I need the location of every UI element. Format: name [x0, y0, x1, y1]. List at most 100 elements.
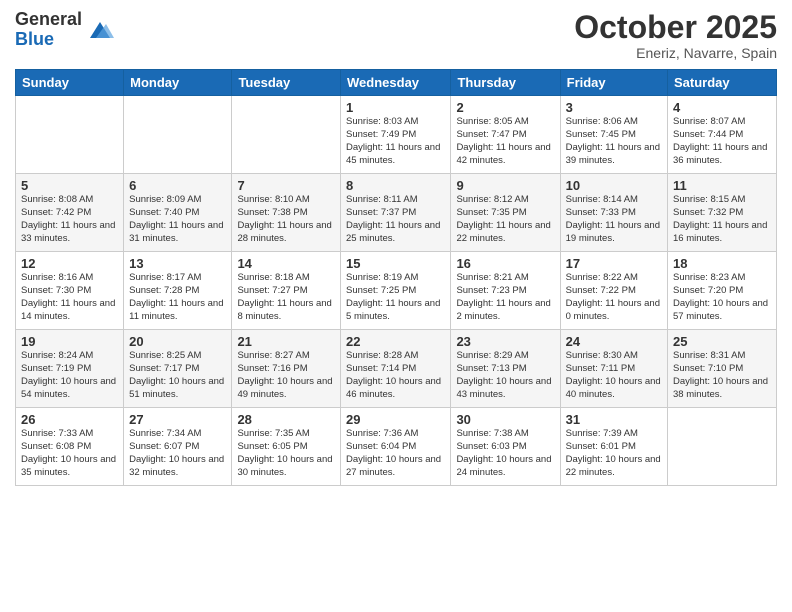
day-number: 25 [673, 334, 771, 349]
logo-blue: Blue [15, 30, 82, 50]
day-number: 16 [456, 256, 554, 271]
calendar-cell: 4Sunrise: 8:07 AMSunset: 7:44 PMDaylight… [668, 96, 777, 174]
day-info: Sunrise: 7:38 AMSunset: 6:03 PMDaylight:… [456, 428, 554, 479]
day-info: Sunrise: 8:23 AMSunset: 7:20 PMDaylight:… [673, 272, 771, 323]
day-info: Sunrise: 8:09 AMSunset: 7:40 PMDaylight:… [129, 194, 226, 245]
calendar-cell [124, 96, 232, 174]
calendar-week-4: 19Sunrise: 8:24 AMSunset: 7:19 PMDayligh… [16, 330, 777, 408]
calendar-cell: 31Sunrise: 7:39 AMSunset: 6:01 PMDayligh… [560, 408, 667, 486]
calendar-cell: 2Sunrise: 8:05 AMSunset: 7:47 PMDaylight… [451, 96, 560, 174]
day-info: Sunrise: 8:25 AMSunset: 7:17 PMDaylight:… [129, 350, 226, 401]
day-number: 27 [129, 412, 226, 427]
calendar-cell: 11Sunrise: 8:15 AMSunset: 7:32 PMDayligh… [668, 174, 777, 252]
title-section: October 2025 Eneriz, Navarre, Spain [574, 10, 777, 61]
calendar-cell: 28Sunrise: 7:35 AMSunset: 6:05 PMDayligh… [232, 408, 341, 486]
calendar-cell: 22Sunrise: 8:28 AMSunset: 7:14 PMDayligh… [341, 330, 451, 408]
day-info: Sunrise: 7:39 AMSunset: 6:01 PMDaylight:… [566, 428, 662, 479]
day-info: Sunrise: 7:33 AMSunset: 6:08 PMDaylight:… [21, 428, 118, 479]
col-tuesday: Tuesday [232, 70, 341, 96]
calendar-cell: 26Sunrise: 7:33 AMSunset: 6:08 PMDayligh… [16, 408, 124, 486]
month-title: October 2025 [574, 10, 777, 45]
day-number: 19 [21, 334, 118, 349]
day-number: 9 [456, 178, 554, 193]
col-thursday: Thursday [451, 70, 560, 96]
calendar-cell: 30Sunrise: 7:38 AMSunset: 6:03 PMDayligh… [451, 408, 560, 486]
calendar-week-1: 1Sunrise: 8:03 AMSunset: 7:49 PMDaylight… [16, 96, 777, 174]
calendar-cell: 18Sunrise: 8:23 AMSunset: 7:20 PMDayligh… [668, 252, 777, 330]
day-number: 11 [673, 178, 771, 193]
calendar-cell: 21Sunrise: 8:27 AMSunset: 7:16 PMDayligh… [232, 330, 341, 408]
day-number: 7 [237, 178, 335, 193]
calendar-cell: 23Sunrise: 8:29 AMSunset: 7:13 PMDayligh… [451, 330, 560, 408]
day-info: Sunrise: 8:19 AMSunset: 7:25 PMDaylight:… [346, 272, 445, 323]
day-number: 12 [21, 256, 118, 271]
day-info: Sunrise: 8:10 AMSunset: 7:38 PMDaylight:… [237, 194, 335, 245]
location: Eneriz, Navarre, Spain [574, 45, 777, 61]
day-info: Sunrise: 8:29 AMSunset: 7:13 PMDaylight:… [456, 350, 554, 401]
day-info: Sunrise: 8:14 AMSunset: 7:33 PMDaylight:… [566, 194, 662, 245]
day-number: 26 [21, 412, 118, 427]
day-info: Sunrise: 8:27 AMSunset: 7:16 PMDaylight:… [237, 350, 335, 401]
day-number: 6 [129, 178, 226, 193]
col-friday: Friday [560, 70, 667, 96]
day-info: Sunrise: 8:15 AMSunset: 7:32 PMDaylight:… [673, 194, 771, 245]
logo-icon [86, 16, 114, 44]
day-info: Sunrise: 8:03 AMSunset: 7:49 PMDaylight:… [346, 116, 445, 167]
calendar-cell: 6Sunrise: 8:09 AMSunset: 7:40 PMDaylight… [124, 174, 232, 252]
logo-text: General Blue [15, 10, 82, 50]
day-number: 24 [566, 334, 662, 349]
day-number: 13 [129, 256, 226, 271]
day-info: Sunrise: 8:05 AMSunset: 7:47 PMDaylight:… [456, 116, 554, 167]
calendar-week-2: 5Sunrise: 8:08 AMSunset: 7:42 PMDaylight… [16, 174, 777, 252]
day-info: Sunrise: 8:17 AMSunset: 7:28 PMDaylight:… [129, 272, 226, 323]
calendar-cell: 19Sunrise: 8:24 AMSunset: 7:19 PMDayligh… [16, 330, 124, 408]
header: General Blue October 2025 Eneriz, Navarr… [15, 10, 777, 61]
calendar-cell: 15Sunrise: 8:19 AMSunset: 7:25 PMDayligh… [341, 252, 451, 330]
col-wednesday: Wednesday [341, 70, 451, 96]
calendar-cell: 27Sunrise: 7:34 AMSunset: 6:07 PMDayligh… [124, 408, 232, 486]
calendar-week-5: 26Sunrise: 7:33 AMSunset: 6:08 PMDayligh… [16, 408, 777, 486]
day-number: 21 [237, 334, 335, 349]
calendar-cell: 17Sunrise: 8:22 AMSunset: 7:22 PMDayligh… [560, 252, 667, 330]
col-saturday: Saturday [668, 70, 777, 96]
day-number: 17 [566, 256, 662, 271]
day-number: 5 [21, 178, 118, 193]
day-info: Sunrise: 8:30 AMSunset: 7:11 PMDaylight:… [566, 350, 662, 401]
day-info: Sunrise: 7:34 AMSunset: 6:07 PMDaylight:… [129, 428, 226, 479]
day-number: 3 [566, 100, 662, 115]
day-number: 15 [346, 256, 445, 271]
day-number: 31 [566, 412, 662, 427]
day-info: Sunrise: 8:06 AMSunset: 7:45 PMDaylight:… [566, 116, 662, 167]
calendar-cell: 9Sunrise: 8:12 AMSunset: 7:35 PMDaylight… [451, 174, 560, 252]
day-info: Sunrise: 8:22 AMSunset: 7:22 PMDaylight:… [566, 272, 662, 323]
day-number: 20 [129, 334, 226, 349]
calendar-cell: 16Sunrise: 8:21 AMSunset: 7:23 PMDayligh… [451, 252, 560, 330]
day-number: 14 [237, 256, 335, 271]
calendar-cell: 12Sunrise: 8:16 AMSunset: 7:30 PMDayligh… [16, 252, 124, 330]
day-info: Sunrise: 8:21 AMSunset: 7:23 PMDaylight:… [456, 272, 554, 323]
day-info: Sunrise: 8:07 AMSunset: 7:44 PMDaylight:… [673, 116, 771, 167]
calendar-cell: 3Sunrise: 8:06 AMSunset: 7:45 PMDaylight… [560, 96, 667, 174]
day-info: Sunrise: 8:08 AMSunset: 7:42 PMDaylight:… [21, 194, 118, 245]
calendar-cell [16, 96, 124, 174]
day-info: Sunrise: 8:28 AMSunset: 7:14 PMDaylight:… [346, 350, 445, 401]
day-number: 4 [673, 100, 771, 115]
day-number: 29 [346, 412, 445, 427]
logo-general: General [15, 10, 82, 30]
col-monday: Monday [124, 70, 232, 96]
day-info: Sunrise: 8:12 AMSunset: 7:35 PMDaylight:… [456, 194, 554, 245]
day-info: Sunrise: 8:11 AMSunset: 7:37 PMDaylight:… [346, 194, 445, 245]
calendar-cell: 8Sunrise: 8:11 AMSunset: 7:37 PMDaylight… [341, 174, 451, 252]
day-info: Sunrise: 8:16 AMSunset: 7:30 PMDaylight:… [21, 272, 118, 323]
calendar-cell: 10Sunrise: 8:14 AMSunset: 7:33 PMDayligh… [560, 174, 667, 252]
calendar-cell: 29Sunrise: 7:36 AMSunset: 6:04 PMDayligh… [341, 408, 451, 486]
calendar-header-row: Sunday Monday Tuesday Wednesday Thursday… [16, 70, 777, 96]
calendar-cell: 7Sunrise: 8:10 AMSunset: 7:38 PMDaylight… [232, 174, 341, 252]
day-number: 1 [346, 100, 445, 115]
page: General Blue October 2025 Eneriz, Navarr… [0, 0, 792, 612]
day-number: 28 [237, 412, 335, 427]
calendar-cell: 1Sunrise: 8:03 AMSunset: 7:49 PMDaylight… [341, 96, 451, 174]
day-info: Sunrise: 7:35 AMSunset: 6:05 PMDaylight:… [237, 428, 335, 479]
day-info: Sunrise: 7:36 AMSunset: 6:04 PMDaylight:… [346, 428, 445, 479]
day-number: 8 [346, 178, 445, 193]
